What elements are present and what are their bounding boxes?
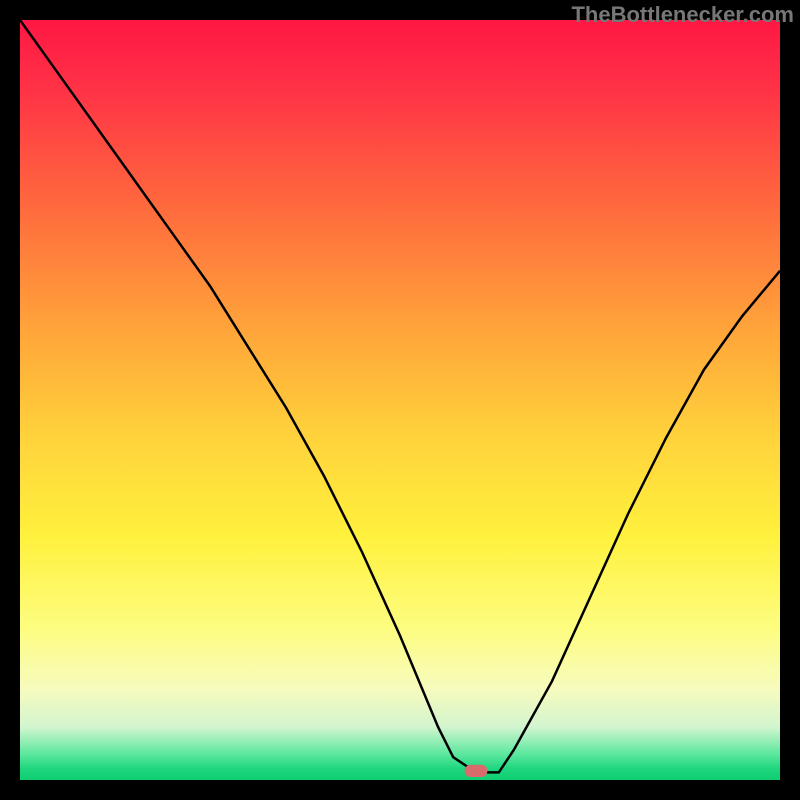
marker-pill (465, 765, 488, 777)
chart-svg (20, 20, 780, 780)
watermark-text: TheBottlenecker.com (571, 2, 794, 28)
chart-container: TheBottlenecker.com (0, 0, 800, 800)
gradient-background (20, 20, 780, 780)
plot-area (20, 20, 780, 780)
